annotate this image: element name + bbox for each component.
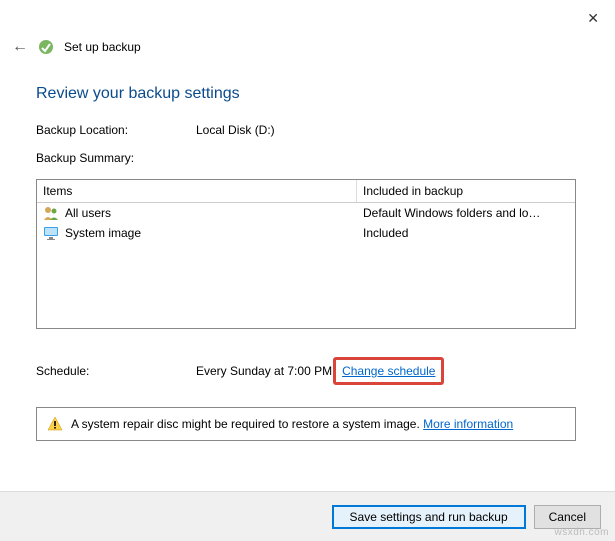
table-row[interactable]: System image Included bbox=[37, 223, 575, 243]
col-header-items[interactable]: Items bbox=[37, 180, 357, 202]
footer-bar: Save settings and run backup Cancel bbox=[0, 491, 615, 541]
back-arrow-icon[interactable]: ← bbox=[12, 38, 28, 56]
header-row: ← Set up backup bbox=[12, 38, 141, 56]
more-information-link[interactable]: More information bbox=[423, 417, 513, 431]
backup-summary-label-row: Backup Summary: bbox=[36, 151, 579, 165]
users-icon bbox=[43, 205, 59, 221]
row-name: System image bbox=[65, 226, 141, 240]
save-run-backup-button[interactable]: Save settings and run backup bbox=[332, 505, 526, 529]
highlight-annotation: Change schedule bbox=[333, 357, 444, 385]
warning-icon bbox=[47, 416, 63, 432]
row-name: All users bbox=[65, 206, 111, 220]
warning-text-content: A system repair disc might be required t… bbox=[71, 417, 420, 431]
schedule-value: Every Sunday at 7:00 PM bbox=[196, 364, 332, 378]
close-icon[interactable]: ✕ bbox=[587, 10, 599, 27]
backup-summary-label: Backup Summary: bbox=[36, 151, 196, 165]
window-title: Set up backup bbox=[64, 40, 141, 54]
main-content: Review your backup settings Backup Locat… bbox=[36, 85, 579, 441]
warning-text: A system repair disc might be required t… bbox=[71, 417, 513, 431]
backup-wizard-icon bbox=[38, 39, 54, 55]
monitor-icon bbox=[43, 225, 59, 241]
backup-summary-table: Items Included in backup All users Defau… bbox=[36, 179, 576, 329]
watermark: wsxdn.com bbox=[554, 527, 609, 538]
cancel-button[interactable]: Cancel bbox=[534, 505, 601, 529]
backup-location-row: Backup Location: Local Disk (D:) bbox=[36, 123, 579, 137]
warning-box: A system repair disc might be required t… bbox=[36, 407, 576, 441]
change-schedule-link[interactable]: Change schedule bbox=[342, 364, 435, 378]
page-heading: Review your backup settings bbox=[36, 85, 579, 103]
row-included: Included bbox=[363, 226, 569, 240]
backup-location-label: Backup Location: bbox=[36, 123, 196, 137]
backup-location-value: Local Disk (D:) bbox=[196, 123, 275, 137]
table-header: Items Included in backup bbox=[37, 180, 575, 203]
table-row[interactable]: All users Default Windows folders and lo… bbox=[37, 203, 575, 223]
schedule-row: Schedule: Every Sunday at 7:00 PM Change… bbox=[36, 357, 579, 385]
row-included: Default Windows folders and lo… bbox=[363, 206, 569, 220]
schedule-label: Schedule: bbox=[36, 364, 196, 378]
col-header-included[interactable]: Included in backup bbox=[357, 180, 575, 202]
